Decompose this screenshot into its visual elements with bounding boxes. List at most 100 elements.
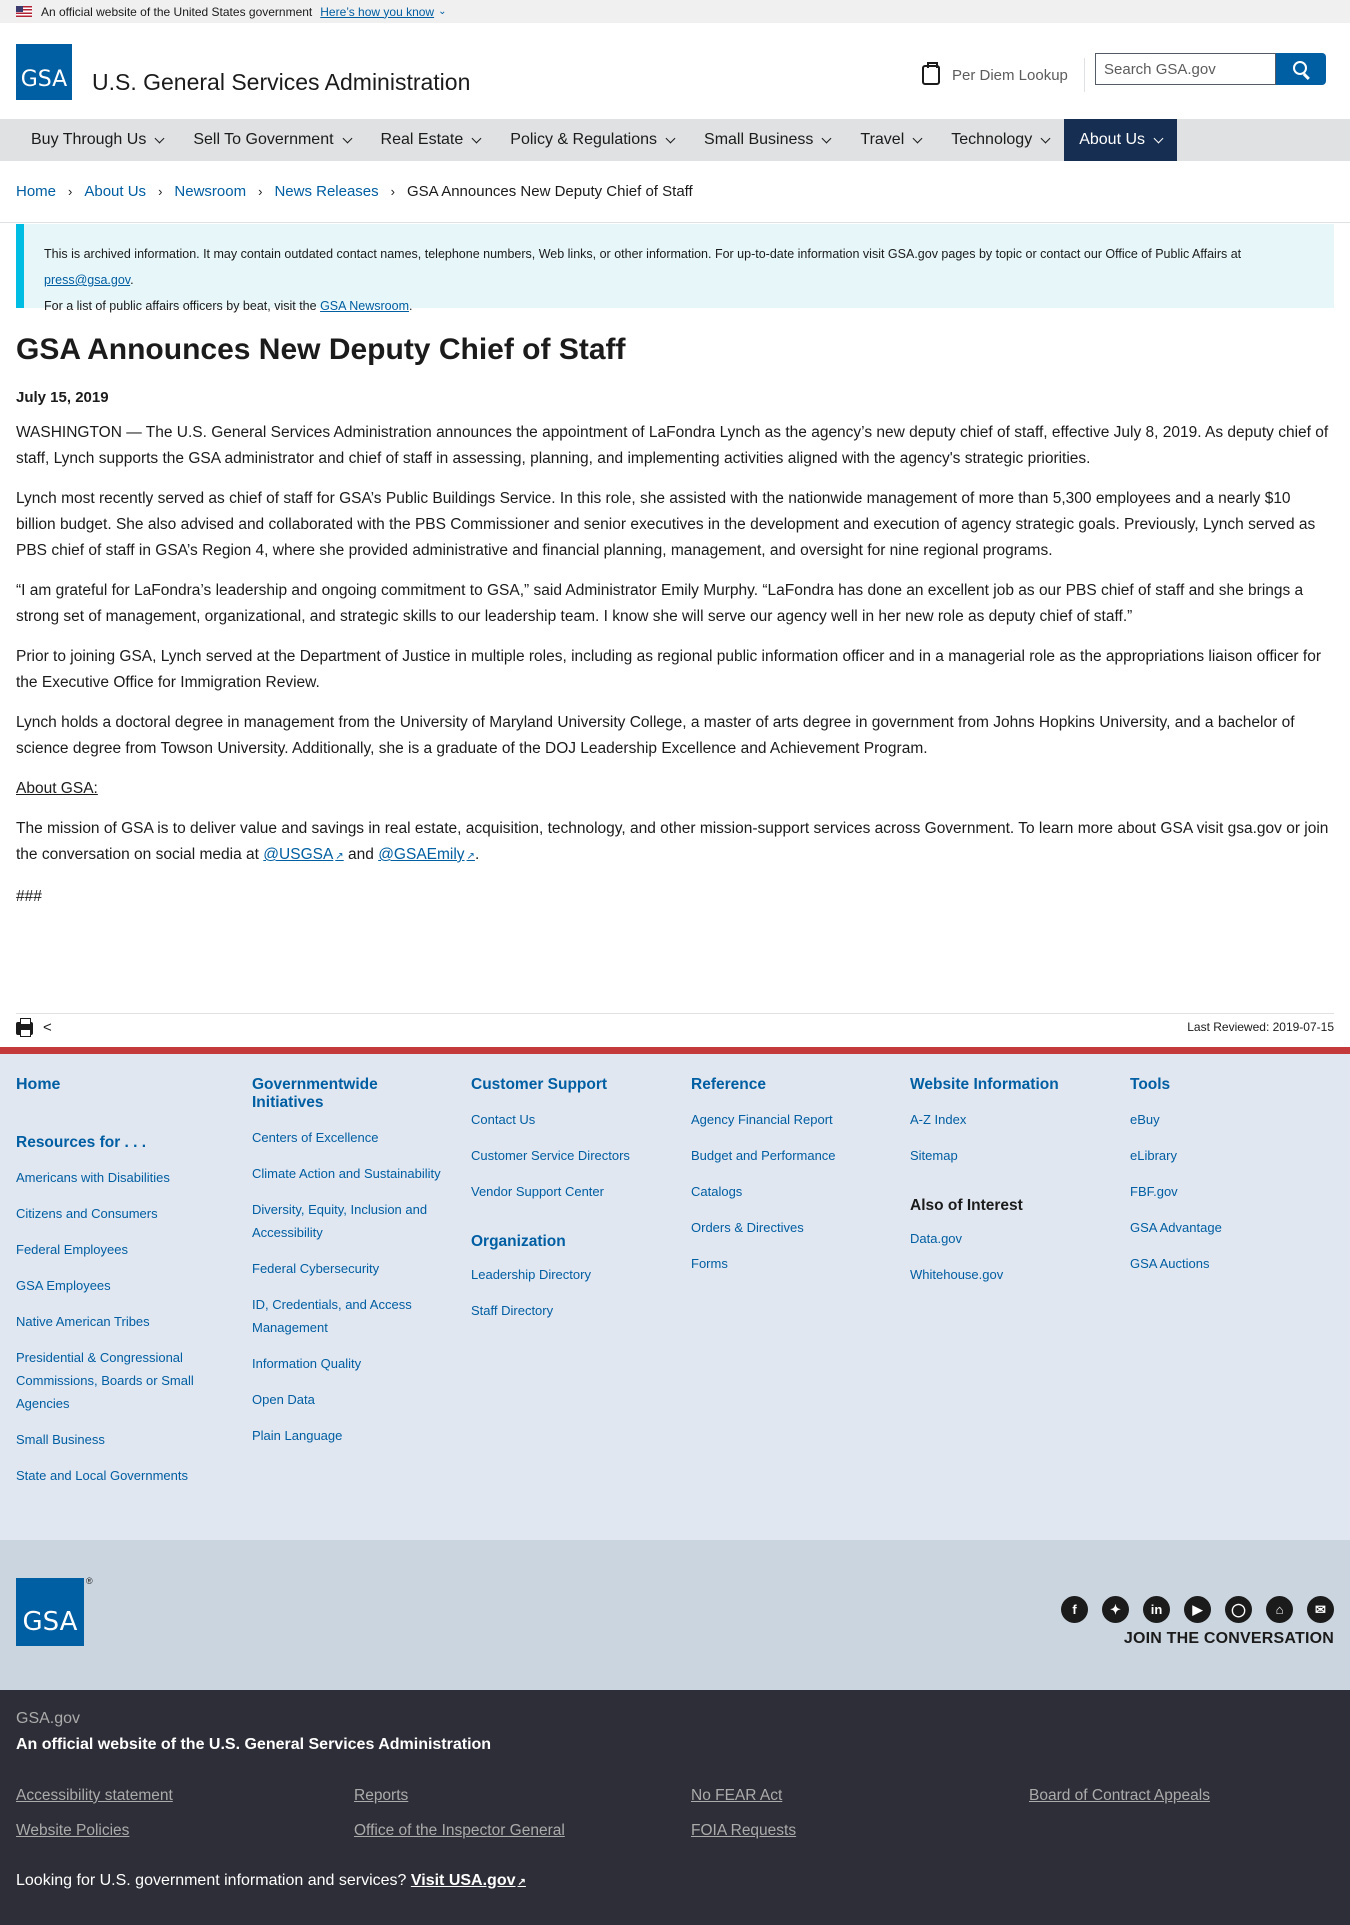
footer-link[interactable]: Catalogs (691, 1180, 891, 1203)
footer-link[interactable]: eBuy (1130, 1108, 1330, 1131)
usgsa-link[interactable]: @USGSA (263, 846, 343, 863)
footer-link[interactable]: Whitehouse.gov (910, 1263, 1110, 1286)
footer-link[interactable]: Presidential & Congressional Commissions… (16, 1346, 216, 1415)
article-date: July 15, 2019 (16, 389, 109, 406)
footer-link[interactable]: Budget and Performance (691, 1144, 891, 1167)
footer-link[interactable]: Small Business (16, 1428, 216, 1451)
footer-link[interactable]: Climate Action and Sustainability (252, 1162, 442, 1185)
footer-link[interactable]: GSA Auctions (1130, 1252, 1330, 1275)
share-icon[interactable]: < (43, 1019, 52, 1036)
article-paragraph: Prior to joining GSA, Lynch served at th… (16, 648, 1321, 691)
visit-usa-gov-link[interactable]: Visit USA.gov (411, 1872, 526, 1889)
chevron-down-icon (342, 133, 352, 143)
official-banner-text: An official website of the United States… (41, 4, 313, 19)
site-header: GSA U.S. General Services Administration… (0, 23, 1350, 119)
youtube-icon[interactable]: ▶ (1184, 1596, 1211, 1623)
footer-link[interactable]: Contact Us (471, 1108, 671, 1131)
footer-link[interactable]: Vendor Support Center (471, 1180, 671, 1203)
inspector-general-link[interactable]: Office of the Inspector General (354, 1822, 565, 1840)
nav-travel[interactable]: Travel (845, 119, 936, 161)
chevron-down-icon: ⌄ (438, 6, 447, 17)
foia-requests-link[interactable]: FOIA Requests (691, 1822, 796, 1840)
footer-link[interactable]: Agency Financial Report (691, 1108, 891, 1131)
footer-link[interactable]: GSA Employees (16, 1274, 216, 1297)
footer-link[interactable]: eLibrary (1130, 1144, 1330, 1167)
footer-link[interactable]: Plain Language (252, 1424, 442, 1447)
footer-link[interactable]: Americans with Disabilities (16, 1166, 216, 1189)
gsa-logo[interactable]: GSA (16, 44, 72, 100)
per-diem-label: Per Diem Lookup (952, 66, 1068, 84)
footer-link[interactable]: Information Quality (252, 1352, 442, 1375)
nav-label: Travel (860, 131, 905, 148)
footer-link[interactable]: Open Data (252, 1388, 442, 1411)
footer-link[interactable]: Diversity, Equity, Inclusion and Accessi… (252, 1198, 442, 1244)
footer-heading: Tools (1130, 1076, 1171, 1093)
footer-link[interactable]: Leadership Directory (471, 1263, 671, 1286)
footer-link[interactable]: FBF.gov (1130, 1180, 1330, 1203)
breadcrumb-about-us[interactable]: About Us (84, 183, 146, 200)
breadcrumb-news-releases[interactable]: News Releases (274, 183, 378, 200)
blog-icon[interactable]: ⌂ (1266, 1596, 1293, 1623)
nav-small-business[interactable]: Small Business (689, 119, 845, 161)
footer-link[interactable]: Sitemap (910, 1144, 1110, 1167)
nav-label: Real Estate (380, 131, 464, 148)
footer-link[interactable]: ID, Credentials, and Access Management (252, 1293, 442, 1339)
footer-col-reference: Reference Agency Financial Report Budget… (691, 1076, 891, 1275)
press-email-link[interactable]: press@gsa.gov (44, 273, 130, 287)
twitter-icon[interactable]: ✦ (1102, 1596, 1129, 1623)
chevron-right-icon: › (390, 184, 395, 199)
heres-how-you-know-link[interactable]: Here’s how you know (320, 5, 434, 19)
footer-link[interactable]: Staff Directory (471, 1299, 671, 1322)
nav-technology[interactable]: Technology (936, 119, 1064, 161)
nav-label: Sell To Government (193, 131, 334, 148)
footer-link[interactable]: Federal Employees (16, 1238, 216, 1261)
nav-real-estate[interactable]: Real Estate (366, 119, 496, 161)
instagram-icon[interactable]: ◯ (1225, 1596, 1252, 1623)
nav-sell-to-government[interactable]: Sell To Government (178, 119, 365, 161)
facebook-icon[interactable]: f (1061, 1596, 1088, 1623)
end-mark: ### (16, 888, 42, 905)
footer-link[interactable]: GSA Advantage (1130, 1216, 1330, 1239)
footer-link[interactable]: Forms (691, 1252, 891, 1275)
site-title[interactable]: U.S. General Services Administration (92, 69, 470, 96)
footer-gsa-logo[interactable]: GSA (16, 1578, 84, 1646)
mission-text: The mission of GSA is to deliver value a… (16, 820, 1329, 863)
footer-heading: Website Information (910, 1076, 1059, 1093)
archive-alert: This is archived information. It may con… (16, 224, 1334, 313)
footer-home-link[interactable]: Home (16, 1076, 216, 1094)
and-text: and (348, 846, 374, 863)
article-paragraph: “I am grateful for LaFondra’s leadership… (16, 582, 1304, 625)
board-of-contract-appeals-link[interactable]: Board of Contract Appeals (1029, 1787, 1210, 1805)
nav-policy-regulations[interactable]: Policy & Regulations (495, 119, 689, 161)
footer-link[interactable]: Native American Tribes (16, 1310, 216, 1333)
per-diem-lookup-link[interactable]: Per Diem Lookup (922, 58, 1085, 92)
nav-buy-through-us[interactable]: Buy Through Us (16, 119, 178, 161)
footer-link[interactable]: Orders & Directives (691, 1216, 891, 1239)
no-fear-act-link[interactable]: No FEAR Act (691, 1787, 782, 1805)
breadcrumb-home[interactable]: Home (16, 183, 56, 200)
footer-link[interactable]: State and Local Governments (16, 1464, 216, 1487)
footer-link[interactable]: Centers of Excellence (252, 1126, 442, 1149)
footer-link[interactable]: A-Z Index (910, 1108, 1110, 1131)
breadcrumb-newsroom[interactable]: Newsroom (174, 183, 246, 200)
luggage-icon (922, 62, 940, 85)
usa-gov-text: Looking for U.S. government information … (16, 1872, 407, 1889)
linkedin-icon[interactable]: in (1143, 1596, 1170, 1623)
search-button[interactable] (1276, 53, 1326, 85)
footer-link[interactable]: Data.gov (910, 1227, 1110, 1250)
gsa-newsroom-link[interactable]: GSA Newsroom (320, 299, 409, 313)
footer-link[interactable]: Federal Cybersecurity (252, 1257, 442, 1280)
print-icon[interactable] (16, 1018, 33, 1037)
footer-link[interactable]: Citizens and Consumers (16, 1202, 216, 1225)
gsaemily-link[interactable]: @GSAEmily (378, 846, 475, 863)
website-policies-link[interactable]: Website Policies (16, 1822, 129, 1840)
email-icon[interactable]: ✉ (1307, 1596, 1334, 1623)
nav-label: Policy & Regulations (510, 131, 658, 148)
reports-link[interactable]: Reports (354, 1787, 408, 1805)
nav-about-us[interactable]: About Us (1064, 119, 1178, 161)
search-input[interactable] (1095, 53, 1276, 85)
footer-link[interactable]: Customer Service Directors (471, 1144, 671, 1167)
chevron-down-icon (1040, 133, 1051, 143)
accessibility-statement-link[interactable]: Accessibility statement (16, 1787, 173, 1805)
footer-col-governmentwide: Governmentwide Initiatives Centers of Ex… (252, 1076, 442, 1447)
